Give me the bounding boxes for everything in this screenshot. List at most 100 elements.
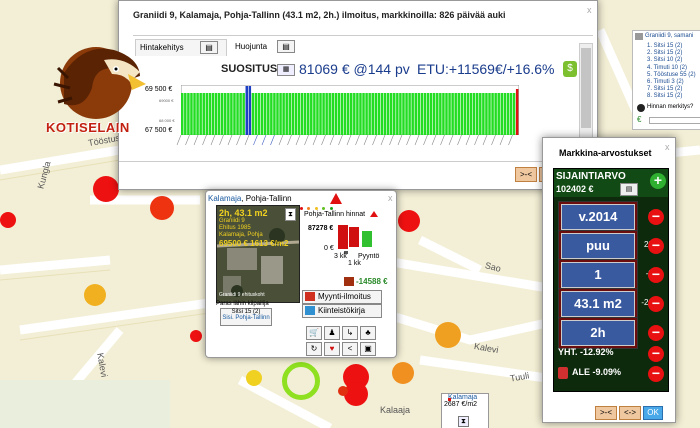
price-bar	[239, 93, 242, 135]
window-divider	[119, 161, 597, 162]
x-tick	[499, 135, 505, 146]
similar-list-item[interactable]: 1. Sitsi 15 (2)	[647, 43, 696, 50]
close-button[interactable]: x	[587, 5, 592, 15]
remove-icon[interactable]: −	[648, 366, 664, 382]
price-bar	[276, 93, 279, 135]
listing-marker[interactable]	[84, 284, 106, 306]
price-bar	[509, 93, 513, 135]
price-bar	[211, 93, 215, 135]
save-icon[interactable]: ▣	[360, 342, 376, 356]
shopping-icon[interactable]: 🛒	[306, 326, 322, 340]
listing-marker[interactable]	[344, 382, 368, 406]
remove-icon[interactable]: −	[648, 238, 664, 254]
prev-button[interactable]: >-<	[595, 406, 617, 420]
similar-list-item[interactable]: 8. Sitsi 15 (2)	[647, 93, 696, 100]
add-icon[interactable]: +	[650, 173, 666, 189]
similar-list-item[interactable]: 6. Timuti 3 (2)	[647, 79, 696, 86]
remove-icon[interactable]: −	[648, 325, 664, 341]
photo-caption: Graniidi 9 ehituskoht	[219, 292, 265, 298]
price-bar	[353, 93, 356, 135]
listing-marker[interactable]	[435, 322, 461, 348]
price-bar	[469, 93, 473, 135]
ok-button[interactable]: OK	[643, 406, 663, 420]
remove-icon[interactable]: −	[648, 209, 664, 225]
photo-district: Kalamaja, Pohja	[219, 232, 263, 238]
x-tick	[261, 135, 267, 146]
tree-icon[interactable]: ♣	[360, 326, 376, 340]
zero-label: 0 €	[324, 245, 334, 252]
hourglass-icon[interactable]: ⧗	[285, 208, 296, 221]
hourglass-icon[interactable]: ⧗	[458, 416, 469, 427]
similar-list-item[interactable]: 3. Sitsi 10 (2)	[647, 57, 696, 64]
tab-huojunta[interactable]: Huojunta ▤	[231, 39, 303, 55]
money-bag-icon: $	[563, 61, 577, 77]
similar-list-item[interactable]: 5. Tööstuse 55 (2)	[647, 72, 696, 79]
listing-marker[interactable]	[392, 362, 414, 384]
price-bar	[282, 93, 285, 135]
listing-marker[interactable]	[246, 370, 262, 386]
price-bar	[291, 93, 295, 135]
valuation-label: 1	[561, 262, 635, 288]
x-tick	[236, 135, 241, 146]
map-marker-label[interactable]: Kalamaja 2687 €/m2 ⧗	[441, 393, 489, 428]
price-bar	[491, 93, 494, 135]
similar-list-item[interactable]: 4. Timuti 10 (2)	[647, 65, 696, 72]
price-bar	[334, 93, 338, 135]
valuation-label: 2h	[561, 320, 635, 346]
heart-icon[interactable]: ♥	[324, 342, 340, 356]
scrollbar-thumb[interactable]	[581, 48, 591, 128]
price-bar	[263, 93, 267, 135]
logo[interactable]: KOTISELAIN	[44, 38, 150, 138]
price-bar	[408, 93, 411, 135]
refresh-icon[interactable]: ↻	[306, 342, 322, 356]
similar-list-item[interactable]: 2. Sitsi 15 (2)	[647, 50, 696, 57]
listing-marker[interactable]	[338, 386, 348, 396]
kiinteisto-button[interactable]: Kiinteistökirja	[302, 304, 382, 318]
valuation-row[interactable]: 43.1 m2	[558, 288, 638, 320]
price-bar	[383, 93, 387, 135]
price-bar	[451, 93, 454, 135]
price-bar	[202, 93, 205, 135]
building-icon	[344, 277, 354, 286]
swap-button[interactable]: <->	[619, 406, 641, 420]
valuation-row[interactable]: 1	[558, 259, 638, 291]
valuation-row[interactable]: v.2014	[558, 201, 638, 233]
importance-slider[interactable]	[649, 117, 700, 124]
sale-icon	[558, 367, 568, 379]
close-button[interactable]: x	[665, 142, 670, 152]
price-bar	[230, 93, 233, 135]
myynti-button[interactable]: Myynti-ilmoitus	[302, 290, 382, 304]
logo-text: KOTISELAIN	[46, 120, 130, 135]
remove-icon[interactable]: −	[648, 346, 664, 362]
district-amount: 87278 €	[308, 225, 334, 232]
price-bar	[303, 93, 307, 135]
nearest-competitor-button[interactable]: Sitsi 15 (2) Sisi. Pohja-Tallinn	[220, 308, 272, 326]
valuation-row[interactable]: 2h	[558, 317, 638, 349]
selected-listing-marker[interactable]	[282, 362, 320, 400]
listing-marker[interactable]	[0, 212, 16, 228]
nearest-label: Paras lähin kilpailija	[216, 301, 269, 307]
price-bar	[399, 93, 402, 135]
price-bar	[270, 93, 273, 135]
walk-icon[interactable]: ↳	[342, 326, 358, 340]
price-bar	[497, 93, 500, 135]
listing-marker[interactable]	[150, 196, 174, 220]
listing-marker[interactable]	[190, 330, 202, 342]
x-tick	[185, 135, 190, 146]
calculator-icon[interactable]: ▦	[277, 64, 295, 76]
prev-button[interactable]: >-<	[515, 167, 537, 182]
similar-list-item[interactable]: 7. Sitsi 15 (2)	[647, 86, 696, 93]
listing-marker[interactable]	[93, 176, 119, 202]
valuation-row[interactable]: puu	[558, 230, 638, 262]
price-history-chart[interactable]	[181, 85, 519, 135]
chart-icon[interactable]: ▤	[620, 183, 638, 196]
location-rest: , Pohja-Tallinn	[241, 194, 292, 203]
popup-close-button[interactable]: x	[388, 193, 393, 203]
listing-marker[interactable]	[398, 210, 420, 232]
remove-icon[interactable]: −	[648, 267, 664, 283]
school-icon[interactable]: ♟	[324, 326, 340, 340]
district-link[interactable]: Kalamaja	[208, 194, 241, 203]
share-icon[interactable]: <	[342, 342, 358, 356]
remove-icon[interactable]: −	[648, 296, 664, 312]
x-tick	[406, 135, 411, 146]
